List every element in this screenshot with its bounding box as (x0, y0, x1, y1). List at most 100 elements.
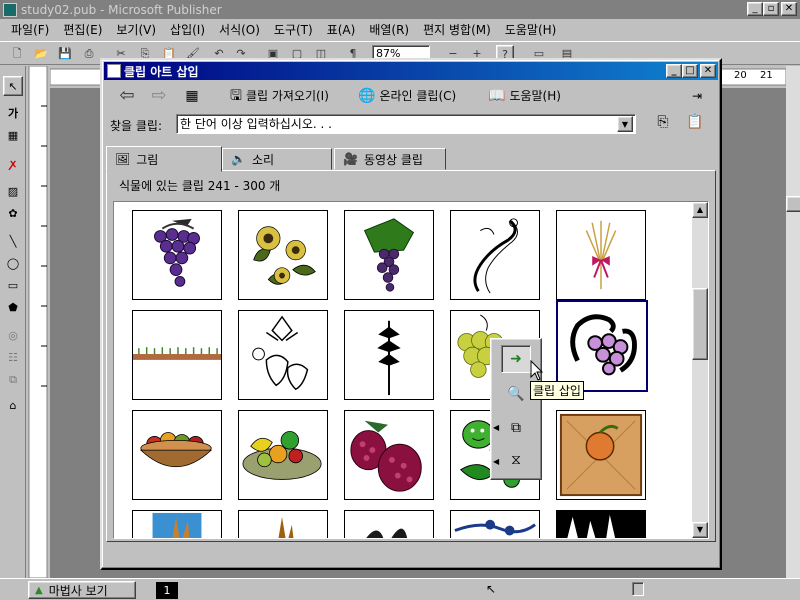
custom-shape-tool-icon[interactable]: ⬟ (3, 298, 23, 318)
clip-peach-woodcut[interactable] (556, 410, 646, 500)
clip-wheat-sheaf[interactable] (238, 510, 328, 538)
clip-grape-motif-selected[interactable] (556, 300, 648, 392)
open-icon[interactable]: 📂 (32, 45, 50, 62)
menu-help[interactable]: 도움말(H) (498, 21, 564, 38)
search-input[interactable]: 한 단어 이상 입력하십시오. . . ▼ (176, 114, 636, 134)
paste-clip-icon[interactable]: 📋 (684, 114, 706, 134)
vertical-ruler-ticks (28, 65, 48, 579)
scroll-thumb[interactable] (692, 288, 708, 360)
menu-edit[interactable]: 편집(E) (56, 21, 109, 38)
clip-leaves-branch[interactable] (344, 510, 434, 538)
menu-arrange[interactable]: 배열(R) (362, 21, 416, 38)
change-window-size-icon[interactable]: ⇥ (686, 85, 708, 107)
page-navigator[interactable]: 1 (156, 582, 178, 599)
menu-insert[interactable]: 삽입(I) (163, 21, 212, 38)
menu-mail-merge[interactable]: 편지 병합(M) (416, 21, 498, 38)
tab-pictures-label: 그림 (136, 152, 159, 167)
menu-table[interactable]: 표(A) (320, 21, 363, 38)
dialog-title: 클립 아트 삽입 (124, 64, 199, 79)
wizard-toggle-button[interactable]: ▲ 마법사 보기 (28, 581, 136, 599)
speaker-icon: 🔈 (231, 152, 246, 166)
rectangle-tool-icon[interactable]: ▭ (3, 276, 23, 296)
menu-format[interactable]: 서식(O) (212, 21, 267, 38)
table-tool-icon[interactable]: ▦ (3, 126, 23, 146)
grape-leaf-icon (363, 218, 415, 292)
print-icon[interactable]: ⎙ (80, 45, 98, 62)
line-tool-icon[interactable]: ╲ (3, 232, 23, 252)
wheat-ear-icon (377, 320, 401, 396)
oval-tool-icon[interactable]: ◯ (3, 254, 23, 274)
back-button[interactable]: ⇦ (114, 85, 140, 107)
insert-clip-button[interactable]: ➜ (501, 345, 531, 373)
menu-tools[interactable]: 도구(T) (267, 21, 320, 38)
clip-seedlings-row[interactable] (132, 310, 222, 400)
all-categories-button[interactable]: ▦ (180, 85, 204, 107)
import-clips-button[interactable]: 🖫 클립 가져오기(I) (230, 85, 329, 107)
clip-black-silhouette[interactable] (556, 510, 646, 538)
minimize-button[interactable]: _ (747, 2, 763, 16)
pointer-tool-icon[interactable]: ↖ (3, 76, 23, 96)
add-to-favorites-button[interactable]: ⧉ (501, 415, 531, 443)
grape-motif-icon (570, 314, 637, 376)
wordart-tool-icon[interactable]: ꭗ (3, 154, 23, 174)
save-icon[interactable]: 💾 (56, 45, 74, 62)
form-control-tool-icon[interactable]: ☷ (3, 348, 23, 368)
clip-vine-outline[interactable] (450, 210, 540, 300)
page-number: 1 (163, 584, 171, 597)
preview-clip-button[interactable]: 🔍 (501, 381, 531, 409)
clip-wheat-bow[interactable] (556, 210, 646, 300)
tab-sounds[interactable]: 🔈 소리 (222, 148, 332, 170)
clip-fruit-platter[interactable] (238, 410, 328, 500)
tab-pictures[interactable]: 🖼 그림 (106, 146, 222, 172)
triangle-up-icon: ▲ (35, 584, 43, 596)
vertical-ruler (27, 65, 49, 579)
restore-button[interactable]: ▫ (763, 2, 779, 16)
clip-wheat-sky[interactable] (132, 510, 222, 538)
find-similar-button[interactable]: ⧖ (501, 447, 531, 475)
dialog-minimize-button[interactable]: _ (666, 64, 682, 78)
wheat-sheaf-icon (278, 516, 294, 538)
clip-grid-scrollbar[interactable]: ▲ ▼ (692, 202, 708, 538)
html-fragment-tool-icon[interactable]: ⧉ (3, 370, 23, 390)
clipart-tool-icon[interactable]: ✿ (3, 204, 23, 224)
clip-raspberries[interactable] (344, 410, 434, 500)
text-frame-tool-icon[interactable]: 가 (3, 104, 23, 124)
raspberry-icon (350, 420, 422, 492)
search-row: 찾을 클립: 한 단어 이상 입력하십시오. . . ▼ ⎘ 📋 (106, 112, 718, 138)
forward-button[interactable]: ⇨ (146, 85, 172, 107)
import-clips-label: 클립 가져오기(I) (245, 89, 329, 103)
dialog-maximize-button[interactable]: □ (682, 64, 698, 78)
status-bar: ▲ 마법사 보기 1 ↖ (0, 578, 800, 600)
scroll-up-button[interactable]: ▲ (692, 202, 708, 218)
insert-clipart-dialog: 클립 아트 삽입 _ □ ✕ ⇦ ⇨ ▦ 🖫 클립 가져오기(I) 🌐 온라인 … (100, 58, 722, 570)
design-gallery-tool-icon[interactable]: ⌂ (3, 396, 23, 416)
clip-strawberries-outline[interactable] (238, 310, 328, 400)
wizard-label: 마법사 보기 (48, 583, 108, 598)
hotspot-tool-icon[interactable]: ◎ (3, 326, 23, 346)
leaves-branch-icon (366, 528, 408, 538)
video-camera-icon: 🎥 (343, 152, 358, 166)
menu-file[interactable]: 파일(F) (4, 21, 56, 38)
online-clips-button[interactable]: 🌐 온라인 클립(C) (358, 85, 456, 107)
main-scroll-thumb[interactable] (786, 196, 800, 212)
help-button[interactable]: 📖 도움말(H) (488, 85, 561, 107)
dialog-close-button[interactable]: ✕ (700, 64, 716, 78)
clip-wheat-ear[interactable] (344, 310, 434, 400)
clip-sunflowers[interactable] (238, 210, 328, 300)
clip-grapes-leaf[interactable] (344, 210, 434, 300)
tab-motion-clips[interactable]: 🎥 동영상 클립 (334, 148, 446, 170)
strawberry-outline-icon (252, 315, 309, 391)
objects-toolbar: ↖ 가 ▦ ꭗ ▨ ✿ ╲ ◯ ▭ ⬟ ◎ ☷ ⧉ ⌂ (0, 66, 26, 578)
clip-fruit-bowl[interactable] (132, 410, 222, 500)
scroll-down-button[interactable]: ▼ (692, 522, 708, 538)
clip-grapes-purple[interactable] (132, 210, 222, 300)
main-vertical-scrollbar[interactable] (786, 66, 800, 578)
wheat-sky-icon (152, 512, 202, 538)
clip-blue-vine[interactable] (450, 510, 540, 538)
picture-frame-tool-icon[interactable]: ▨ (3, 182, 23, 202)
new-icon[interactable]: 🗋 (8, 45, 26, 62)
menu-view[interactable]: 보기(V) (109, 21, 163, 38)
close-button[interactable]: ✕ (781, 2, 797, 16)
copy-clip-icon[interactable]: ⎘ (652, 114, 674, 134)
search-dropdown-button[interactable]: ▼ (617, 116, 633, 132)
